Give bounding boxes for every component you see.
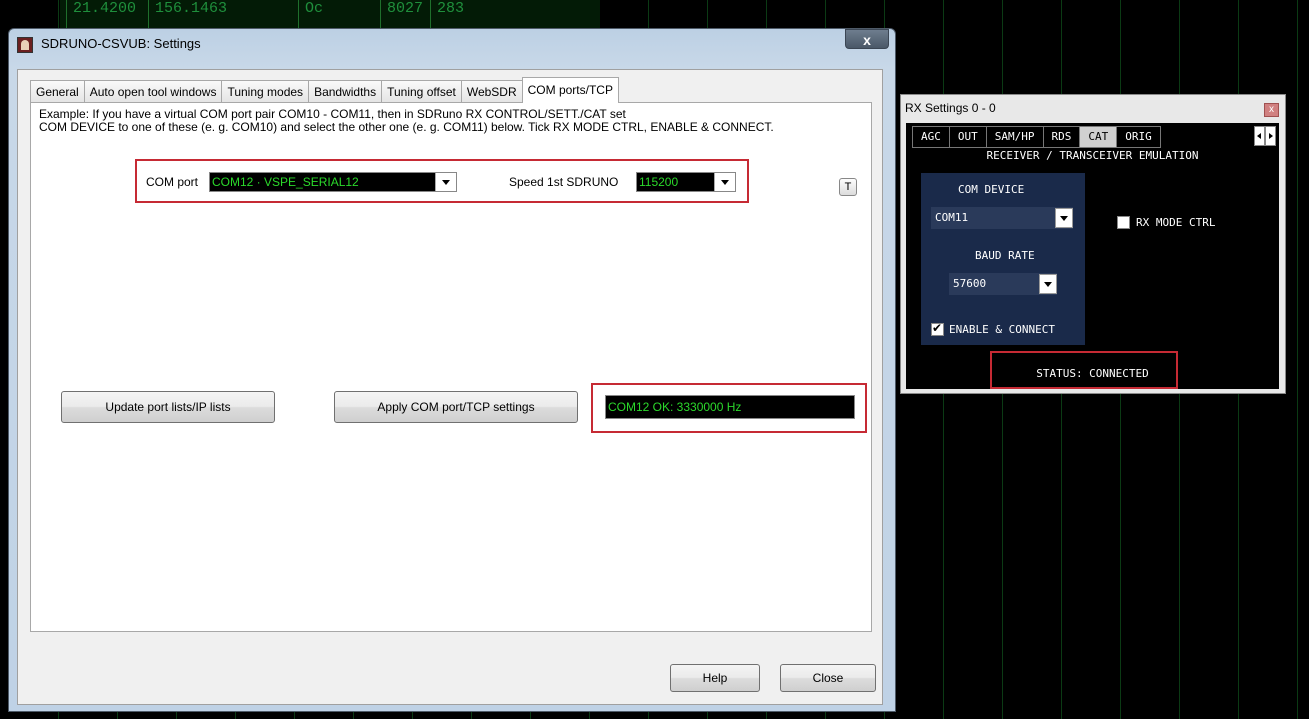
- chevron-down-icon[interactable]: [1039, 274, 1057, 294]
- settings-window: SDRUNO-CSVUB: Settings x General Auto op…: [8, 28, 896, 712]
- enable-connect-checkbox[interactable]: [931, 321, 944, 336]
- background-readout-strip: 21.4200 156.1463 Oc 8027 283: [60, 0, 600, 28]
- enable-connect-label: ENABLE & CONNECT: [949, 323, 1055, 336]
- tab-panel-com-ports: Example: If you have a virtual COM port …: [30, 102, 872, 632]
- apply-com-port-settings-button[interactable]: Apply COM port/TCP settings: [334, 391, 578, 423]
- update-port-lists-button[interactable]: Update port lists/IP lists: [61, 391, 275, 423]
- bg-value: 8027: [380, 0, 423, 28]
- tab-bar: General Auto open tool windows Tuning mo…: [30, 77, 619, 103]
- rx-body: AGC OUT SAM/HP RDS CAT ORIG RECEIVER / T…: [906, 123, 1279, 389]
- baud-rate-label: BAUD RATE: [975, 249, 1035, 262]
- help-button[interactable]: Help: [670, 664, 760, 692]
- bg-value: Oc: [298, 0, 323, 28]
- com-status-field: COM12 OK: 3330000 Hz: [605, 395, 855, 419]
- tab-com-ports-tcp[interactable]: COM ports/TCP: [521, 77, 619, 103]
- com-device-select[interactable]: COM11: [931, 207, 1073, 229]
- rx-settings-window: RX Settings 0 - 0 x AGC OUT SAM/HP RDS C…: [900, 94, 1286, 394]
- baud-rate-select[interactable]: 57600: [949, 273, 1057, 295]
- baud-rate-value: 57600: [953, 277, 987, 290]
- dialog-client: General Auto open tool windows Tuning mo…: [17, 69, 883, 705]
- rx-status-text: STATUS: CONNECTED: [1036, 367, 1149, 380]
- com-device-value: COM11: [935, 211, 969, 224]
- close-button[interactable]: Close: [780, 664, 876, 692]
- rx-tab-agc[interactable]: AGC: [912, 126, 950, 148]
- speed-select[interactable]: 115200: [636, 172, 736, 192]
- rx-heading: RECEIVER / TRANSCEIVER EMULATION: [986, 149, 1199, 162]
- bg-value: 21.4200: [66, 0, 136, 28]
- window-title: SDRUNO-CSVUB: Settings: [41, 36, 201, 51]
- rx-close-button[interactable]: x: [1264, 103, 1279, 117]
- title-bar[interactable]: SDRUNO-CSVUB: Settings x: [9, 29, 895, 59]
- rx-tab-bar: AGC OUT SAM/HP RDS CAT ORIG: [912, 126, 1161, 148]
- window-close-button[interactable]: x: [845, 29, 889, 49]
- rx-tab-sam-hp[interactable]: SAM/HP: [985, 126, 1044, 148]
- tab-tuning-modes[interactable]: Tuning modes: [221, 80, 310, 103]
- tab-scroll-right-icon[interactable]: [1265, 126, 1276, 146]
- tab-general[interactable]: General: [30, 80, 85, 103]
- rx-tab-orig[interactable]: ORIG: [1116, 126, 1161, 148]
- bg-value: 283: [430, 0, 464, 28]
- tab-websdr[interactable]: WebSDR: [460, 80, 523, 103]
- instructions-line-2: COM DEVICE to one of these (e. g. COM10)…: [39, 120, 774, 134]
- chevron-down-icon[interactable]: [714, 173, 735, 191]
- com-port-label: COM port: [146, 175, 199, 189]
- instructions-text: Example: If you have a virtual COM port …: [39, 108, 774, 134]
- rx-tab-cat[interactable]: CAT: [1079, 126, 1118, 148]
- app-icon: [17, 37, 33, 53]
- rx-mode-ctrl-label: RX MODE CTRL: [1136, 216, 1216, 229]
- com-status-text: COM12 OK: 3330000 Hz: [608, 400, 742, 414]
- t-button[interactable]: T: [839, 178, 857, 196]
- rx-window-title: RX Settings 0 - 0: [905, 101, 996, 115]
- tab-auto-open-tool-windows[interactable]: Auto open tool windows: [83, 80, 223, 103]
- rx-mode-ctrl-checkbox[interactable]: [1117, 216, 1130, 229]
- com-port-select[interactable]: COM12 · VSPE_SERIAL12: [209, 172, 457, 192]
- tab-tuning-offset[interactable]: Tuning offset: [381, 80, 462, 103]
- speed-value: 115200: [639, 175, 679, 189]
- chevron-down-icon[interactable]: [1055, 208, 1073, 228]
- rx-tab-out[interactable]: OUT: [948, 126, 987, 148]
- rx-tab-rds[interactable]: RDS: [1042, 126, 1081, 148]
- com-device-label: COM DEVICE: [958, 183, 1025, 196]
- tab-bandwidths[interactable]: Bandwidths: [308, 80, 383, 103]
- bg-value: 156.1463: [148, 0, 227, 28]
- com-port-value: COM12 · VSPE_SERIAL12: [212, 175, 359, 189]
- chevron-down-icon[interactable]: [435, 173, 456, 191]
- rx-cat-panel: COM DEVICE COM11 BAUD RATE 57600 ENABLE …: [921, 173, 1085, 345]
- tab-scroll-left-icon[interactable]: [1254, 126, 1265, 146]
- speed-label: Speed 1st SDRUNO: [509, 175, 619, 189]
